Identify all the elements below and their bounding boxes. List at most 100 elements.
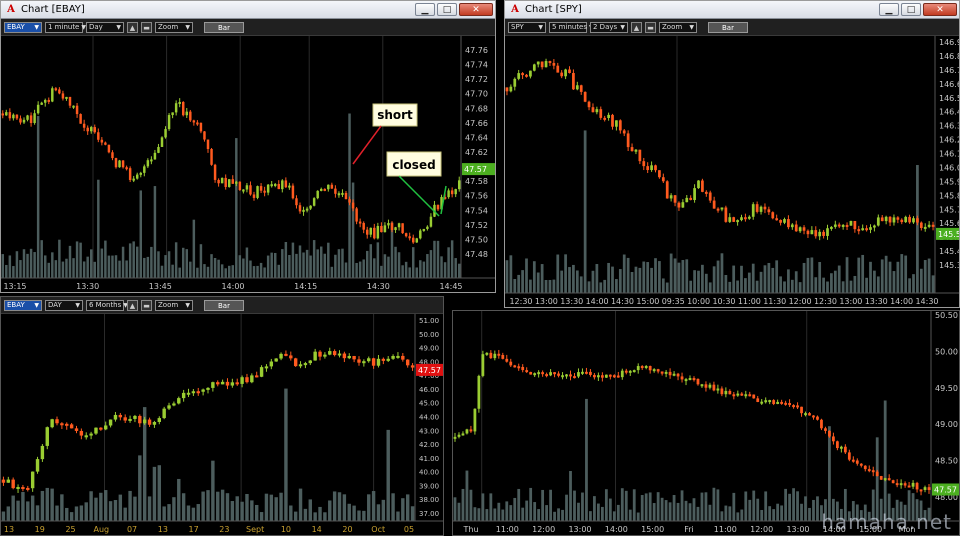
candle-body — [660, 371, 664, 374]
scroll-up-button[interactable]: ▲ — [127, 21, 138, 33]
bar-style-button[interactable]: Bar — [204, 299, 244, 311]
scroll-up-button[interactable]: ▲ — [631, 21, 642, 33]
time-tick-label: 13:00 — [535, 297, 558, 306]
minimize-button[interactable]: ▁ — [879, 3, 899, 16]
zoom-dropdown[interactable]: Zoom ▼ — [155, 299, 193, 311]
candle-body — [318, 351, 322, 357]
volume-bar — [45, 487, 49, 521]
candle-body — [381, 358, 386, 361]
price-tick-label: 146.2 — [939, 136, 959, 145]
volume-bar — [21, 491, 25, 521]
chart-canvas[interactable]: 47.76 47.74 47.72 47.70 47.68 47.66 47.64 47.62… — [1, 36, 495, 292]
maximize-button[interactable]: □ — [437, 3, 457, 16]
volume-bar — [171, 264, 174, 278]
candle-body — [72, 105, 75, 108]
scroll-down-button[interactable]: ▬ — [141, 21, 152, 33]
chart-canvas[interactable]: 51.0050.0049.0048.0047.0046.0045.0044.00… — [1, 314, 443, 535]
chart-canvas[interactable]: 50.5050.0049.5049.0048.5048.0047.57Thu 11… — [453, 311, 959, 535]
candle-body — [775, 218, 779, 221]
volume-bar — [123, 507, 127, 521]
volume-bar — [365, 250, 369, 278]
candle-body — [708, 192, 712, 201]
volume-bar — [509, 255, 513, 293]
maximize-button[interactable]: □ — [901, 3, 921, 16]
candle-body — [828, 430, 831, 437]
price-chart[interactable]: 50.50 50.00 49.50 49.00 48.50 48.00 47.57 Thu 11… — [453, 311, 959, 535]
candle-body — [94, 427, 98, 434]
chart-window-ebay-intraday[interactable]: A Chart [EBAY] ▁ □ ✕ EBAY ▼ 1 minute ▼ Day… — [0, 0, 496, 293]
chart-window-ebay-multiday[interactable]: 50.50 50.00 49.50 49.00 48.50 48.00 47.57 Thu 11… — [452, 310, 960, 536]
interval-dropdown[interactable]: 1 minute ▼ — [45, 21, 86, 33]
price-chart[interactable]: 146.9 146.8 146.7 146.6 146.5 146.4 146.3 146.2… — [505, 36, 959, 307]
time-tick-label: 13 — [4, 525, 14, 534]
interval-dropdown[interactable]: DAY ▼ — [45, 299, 83, 311]
candle-body — [771, 212, 775, 219]
volume-bar — [533, 502, 537, 521]
candle-body — [900, 219, 904, 223]
candle-body — [668, 371, 672, 376]
candle-body — [521, 73, 524, 76]
volume-bar — [681, 260, 685, 293]
candle-body — [616, 375, 620, 378]
candle-body — [1, 113, 5, 116]
title-bar[interactable]: A Chart [EBAY] ▁ □ ✕ — [1, 1, 495, 19]
candle-body — [808, 413, 811, 416]
volume-bar — [888, 261, 892, 293]
bar-style-button[interactable]: Bar — [708, 21, 748, 33]
chart-window-ebay-daily[interactable]: EBAY ▼ DAY ▼ 6 Months ▼ ▲ ▬ Zoom ▼ Bar 51.00… — [0, 296, 444, 536]
chart-window-spy-intraday[interactable]: A Chart [SPY] ▁ □ ✕ SPY▼ 5 minutes▼ 2 Da… — [504, 0, 960, 308]
candle-body — [319, 188, 323, 191]
zoom-dropdown[interactable]: Zoom ▼ — [155, 21, 193, 33]
price-tick-label: 37.00 — [419, 510, 439, 518]
candle-body — [224, 177, 227, 187]
volume-bar — [828, 426, 831, 521]
scroll-down-button[interactable]: ▬ — [645, 21, 656, 33]
close-button[interactable]: ✕ — [923, 3, 957, 16]
volume-bar — [422, 261, 426, 278]
volume-bar — [40, 490, 45, 521]
zoom-dropdown[interactable]: Zoom ▼ — [659, 21, 697, 33]
candle-body — [596, 375, 600, 378]
candle-body — [784, 402, 788, 405]
volume-bar — [626, 257, 630, 293]
scroll-down-button[interactable]: ▬ — [141, 299, 152, 311]
title-bar[interactable]: A Chart [SPY] ▁ □ ✕ — [505, 1, 959, 19]
volume-bar — [43, 255, 47, 278]
time-tick-label: 15:00 — [636, 297, 659, 306]
range-dropdown[interactable]: Day ▼ — [86, 21, 124, 33]
bar-style-button[interactable]: Bar — [204, 21, 244, 33]
symbol-dropdown[interactable]: SPY ▼ — [508, 21, 546, 33]
candle-body — [814, 230, 818, 237]
volume-bar — [36, 115, 40, 279]
candle-body — [281, 180, 284, 190]
range-dropdown[interactable]: 2 Days ▼ — [590, 21, 628, 33]
volume-bar — [747, 272, 751, 293]
candle-body — [772, 400, 776, 404]
chart-canvas[interactable]: 146.9 146.8 146.7 146.6 146.5 146.4 146.3 146.2… — [505, 36, 959, 307]
candle-body — [235, 382, 239, 385]
close-button[interactable]: ✕ — [459, 3, 493, 16]
price-chart[interactable]: 51.00 50.00 49.00 48.00 47.00 46.00 45.00 44.00… — [1, 314, 443, 535]
candle-body — [362, 222, 365, 230]
candle-body — [341, 192, 344, 195]
price-chart[interactable]: 47.76 47.74 47.72 47.70 47.68 47.66 47.64 47.62… — [1, 36, 495, 292]
symbol-dropdown[interactable]: EBAY ▼ — [4, 21, 42, 33]
volume-bar — [712, 487, 716, 521]
volume-bar — [736, 280, 739, 293]
interval-dropdown[interactable]: 5 minutes▼ — [549, 21, 594, 33]
range-dropdown[interactable]: 6 Months ▼ — [86, 299, 128, 311]
volume-bar — [692, 498, 696, 521]
candle-body — [47, 99, 51, 102]
minimize-button[interactable]: ▁ — [415, 3, 435, 16]
candle-body — [847, 452, 851, 460]
chevron-down-icon: ▼ — [538, 23, 543, 31]
volume-bar — [203, 264, 206, 278]
volume-bar — [79, 505, 84, 521]
candle-body — [857, 229, 861, 232]
candle-body — [505, 358, 509, 362]
candle-body — [298, 364, 303, 367]
volume-bar — [744, 491, 748, 521]
scroll-up-button[interactable]: ▲ — [127, 299, 138, 311]
candle-body — [672, 373, 676, 376]
symbol-dropdown[interactable]: EBAY ▼ — [4, 299, 42, 311]
